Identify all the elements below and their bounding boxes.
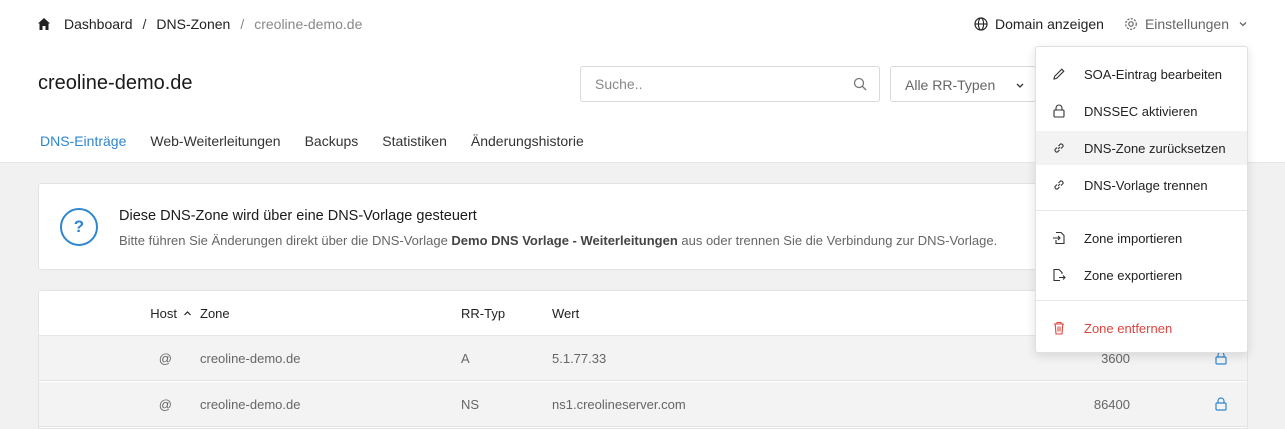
- header-zone[interactable]: Zone: [200, 306, 230, 321]
- settings-label: Einstellungen: [1144, 16, 1229, 32]
- pencil-icon: [1052, 67, 1066, 81]
- search-input[interactable]: [581, 67, 831, 101]
- file-export-icon: [1052, 268, 1066, 282]
- tab-web-redirects[interactable]: Web-Weiterleitungen: [150, 133, 280, 164]
- lock-icon[interactable]: [1215, 397, 1227, 411]
- header-host[interactable]: Host: [150, 306, 192, 321]
- menu-item-label: SOA-Eintrag bearbeiten: [1084, 66, 1223, 82]
- menu-item-label: DNSSEC aktivieren: [1084, 103, 1198, 119]
- menu-divider: [1036, 300, 1247, 301]
- chevron-down-icon: [1016, 83, 1024, 88]
- row-value: 5.1.77.33: [552, 351, 607, 366]
- row-ttl: 3600: [1101, 351, 1130, 366]
- row-type: NS: [461, 397, 480, 412]
- header-value[interactable]: Wert: [552, 306, 579, 321]
- notice-text-before: Bitte führen Sie Änderungen direkt über …: [119, 233, 452, 248]
- sort-asc-icon: [184, 311, 191, 316]
- menu-item-edit-soa[interactable]: SOA-Eintrag bearbeiten: [1036, 57, 1247, 91]
- settings-menu: SOA-Eintrag bearbeiten DNSSEC aktivieren…: [1035, 46, 1248, 353]
- notice-title: Diese DNS-Zone wird über eine DNS-Vorlag…: [119, 208, 477, 224]
- menu-item-label: Zone exportieren: [1084, 267, 1183, 283]
- settings-dropdown-button[interactable]: Einstellungen: [1124, 16, 1248, 32]
- row-type: A: [461, 351, 470, 366]
- row-zone: creoline-demo.de: [200, 397, 301, 412]
- globe-icon: [974, 17, 988, 31]
- top-bar: Dashboard / DNS-Zonen / creoline-demo.de…: [0, 0, 1285, 48]
- row-host: @: [158, 351, 172, 366]
- row-host: @: [158, 397, 172, 412]
- menu-item-label: Zone entfernen: [1084, 320, 1173, 336]
- rr-type-selected: Alle RR-Typen: [905, 77, 996, 93]
- breadcrumb-dns-zones[interactable]: DNS-Zonen: [156, 16, 230, 32]
- search-icon[interactable]: [853, 77, 867, 91]
- header-host-label: Host: [150, 306, 177, 321]
- menu-divider: [1036, 210, 1247, 211]
- tab-change-history[interactable]: Änderungshistorie: [471, 133, 584, 164]
- home-icon[interactable]: [37, 17, 51, 31]
- page-title: creoline-demo.de: [38, 72, 193, 94]
- top-actions: Domain anzeigen Einstellungen: [974, 16, 1248, 32]
- menu-item-reset-zone[interactable]: DNS-Zone zurücksetzen: [1036, 131, 1247, 165]
- tab-statistics[interactable]: Statistiken: [382, 133, 447, 164]
- breadcrumb-separator: /: [142, 16, 147, 32]
- menu-item-export-zone[interactable]: Zone exportieren: [1036, 258, 1247, 292]
- table-row[interactable]: @ creoline-demo.de NS ns1.creolineserver…: [39, 382, 1247, 427]
- link-icon: [1052, 178, 1066, 192]
- tab-backups[interactable]: Backups: [305, 133, 359, 164]
- row-zone: creoline-demo.de: [200, 351, 301, 366]
- notice-template-name: Demo DNS Vorlage - Weiterleitungen: [451, 233, 678, 248]
- notice-text: Bitte führen Sie Änderungen direkt über …: [119, 233, 997, 248]
- breadcrumb-separator: /: [240, 16, 245, 32]
- menu-item-remove-zone[interactable]: Zone entfernen: [1036, 311, 1247, 345]
- row-ttl: 86400: [1093, 397, 1130, 412]
- notice-text-after: aus oder trennen Sie die Verbindung zur …: [677, 233, 998, 248]
- show-domain-button[interactable]: Domain anzeigen: [974, 16, 1104, 32]
- menu-item-import-zone[interactable]: Zone importieren: [1036, 221, 1247, 255]
- row-value: ns1.creolineserver.com: [552, 397, 686, 412]
- menu-item-detach-template[interactable]: DNS-Vorlage trennen: [1036, 168, 1247, 202]
- file-import-icon: [1052, 231, 1066, 245]
- breadcrumb-current: creoline-demo.de: [254, 16, 363, 32]
- lock-icon[interactable]: [1215, 351, 1227, 365]
- menu-item-enable-dnssec[interactable]: DNSSEC aktivieren: [1036, 94, 1247, 128]
- lock-icon: [1052, 104, 1066, 118]
- header-rr-type[interactable]: RR-Typ: [461, 306, 505, 321]
- breadcrumb-dashboard[interactable]: Dashboard: [64, 16, 133, 32]
- gear-icon: [1125, 18, 1137, 30]
- trash-icon: [1052, 321, 1066, 335]
- show-domain-label: Domain anzeigen: [994, 16, 1104, 32]
- menu-item-label: Zone importieren: [1084, 230, 1183, 246]
- breadcrumb: Dashboard / DNS-Zonen / creoline-demo.de: [37, 16, 362, 32]
- link-icon: [1052, 141, 1066, 155]
- menu-item-label: DNS-Zone zurücksetzen: [1084, 140, 1226, 156]
- menu-item-label: DNS-Vorlage trennen: [1084, 177, 1208, 193]
- rr-type-select[interactable]: Alle RR-Typen: [890, 66, 1036, 102]
- chevron-down-icon: [1239, 22, 1247, 27]
- search-box: [580, 66, 880, 102]
- question-icon: ?: [60, 208, 98, 246]
- tab-dns-entries[interactable]: DNS-Einträge: [37, 133, 129, 164]
- tab-bar: DNS-Einträge Web-Weiterleitungen Backups…: [37, 133, 608, 164]
